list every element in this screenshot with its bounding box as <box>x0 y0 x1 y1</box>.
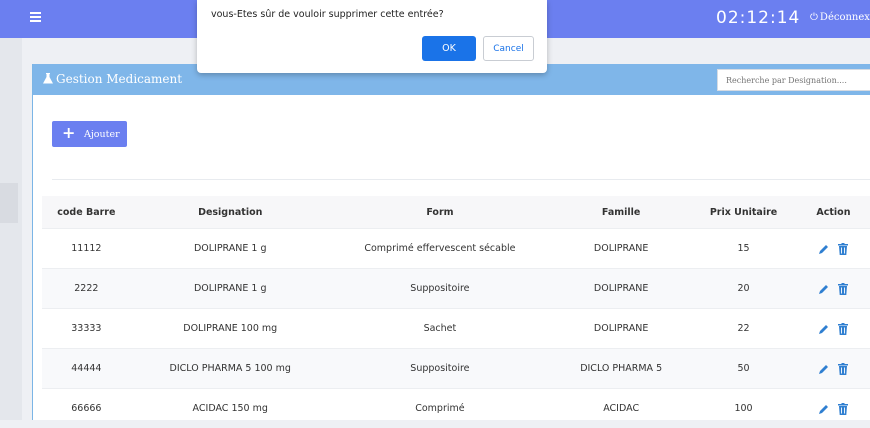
trash-icon[interactable] <box>838 403 848 415</box>
cell-designation: DOLIPRANE 1 g <box>131 269 330 309</box>
cell-form: Suppositoire <box>330 349 550 389</box>
dialog-message: vous-Etes sûr de vouloir supprimer cette… <box>211 9 444 20</box>
panel-title: Gestion Medicament <box>43 72 182 86</box>
edit-icon[interactable] <box>818 363 830 375</box>
trash-icon[interactable] <box>838 363 848 375</box>
col-header-famille: Famille <box>550 196 692 229</box>
cancel-button[interactable]: Cancel <box>483 36 534 61</box>
trash-icon[interactable] <box>838 243 848 255</box>
panel-title-text: Gestion Medicament <box>56 72 182 86</box>
col-header-code: code Barre <box>42 196 131 229</box>
ok-button[interactable]: OK <box>422 36 476 61</box>
cell-designation: DICLO PHARMA 5 100 mg <box>131 349 330 389</box>
cell-designation: ACIDAC 150 mg <box>131 389 330 428</box>
cell-famille: DOLIPRANE <box>550 309 692 349</box>
confirm-delete-dialog: vous-Etes sûr de vouloir supprimer cette… <box>197 0 547 73</box>
cell-famille: DOLIPRANE <box>550 229 692 269</box>
table-header-row: code Barre Designation Form Famille Prix… <box>42 196 870 229</box>
table-row: 11112 DOLIPRANE 1 g Comprimé effervescen… <box>42 229 870 269</box>
cell-famille: DOLIPRANE <box>550 269 692 309</box>
trash-icon[interactable] <box>838 283 848 295</box>
hamburger-menu-icon[interactable] <box>30 12 41 22</box>
sidebar-item[interactable] <box>0 183 18 223</box>
add-button[interactable]: + Ajouter <box>52 121 127 147</box>
edit-icon[interactable] <box>818 243 830 255</box>
cell-action <box>795 309 870 349</box>
cell-form: Comprimé <box>330 389 550 428</box>
cell-code: 66666 <box>42 389 131 428</box>
cell-famille: ACIDAC <box>550 389 692 428</box>
cell-designation: DOLIPRANE 1 g <box>131 229 330 269</box>
table-row: 66666 ACIDAC 150 mg Comprimé ACIDAC 100 <box>42 389 870 428</box>
cell-prix: 100 <box>692 389 795 428</box>
trash-icon[interactable] <box>838 323 848 335</box>
plus-icon: + <box>62 125 75 141</box>
col-header-prix: Prix Unitaire <box>692 196 795 229</box>
cell-designation: DOLIPRANE 100 mg <box>131 309 330 349</box>
cell-action <box>795 389 870 428</box>
cell-prix: 22 <box>692 309 795 349</box>
flask-icon <box>43 73 53 84</box>
logout-button[interactable]: ⏻Déconnexion <box>810 12 870 23</box>
col-header-action: Action <box>795 196 870 229</box>
search-input[interactable] <box>717 69 870 91</box>
cell-prix: 20 <box>692 269 795 309</box>
edit-icon[interactable] <box>818 283 830 295</box>
table-row: 44444 DICLO PHARMA 5 100 mg Suppositoire… <box>42 349 870 389</box>
cell-code: 33333 <box>42 309 131 349</box>
sidebar <box>0 38 22 420</box>
cell-form: Comprimé effervescent sécable <box>330 229 550 269</box>
medicament-table: code Barre Designation Form Famille Prix… <box>42 196 870 428</box>
cell-action <box>795 349 870 389</box>
power-icon: ⏻ <box>810 12 818 23</box>
cell-form: Sachet <box>330 309 550 349</box>
add-button-label: Ajouter <box>84 129 120 140</box>
col-header-designation: Designation <box>131 196 330 229</box>
cell-code: 2222 <box>42 269 131 309</box>
medicament-panel: Gestion Medicament + Ajouter code Barre … <box>32 64 870 420</box>
cell-code: 11112 <box>42 229 131 269</box>
cell-prix: 50 <box>692 349 795 389</box>
edit-icon[interactable] <box>818 323 830 335</box>
cell-code: 44444 <box>42 349 131 389</box>
clock: 02:12:14 <box>716 8 800 28</box>
cell-form: Suppositoire <box>330 269 550 309</box>
table-row: 33333 DOLIPRANE 100 mg Sachet DOLIPRANE … <box>42 309 870 349</box>
cell-action <box>795 269 870 309</box>
table-row: 2222 DOLIPRANE 1 g Suppositoire DOLIPRAN… <box>42 269 870 309</box>
cell-prix: 15 <box>692 229 795 269</box>
divider <box>52 179 870 180</box>
edit-icon[interactable] <box>818 403 830 415</box>
logout-label: Déconnexion <box>820 12 870 23</box>
col-header-form: Form <box>330 196 550 229</box>
cell-action <box>795 229 870 269</box>
cell-famille: DICLO PHARMA 5 <box>550 349 692 389</box>
